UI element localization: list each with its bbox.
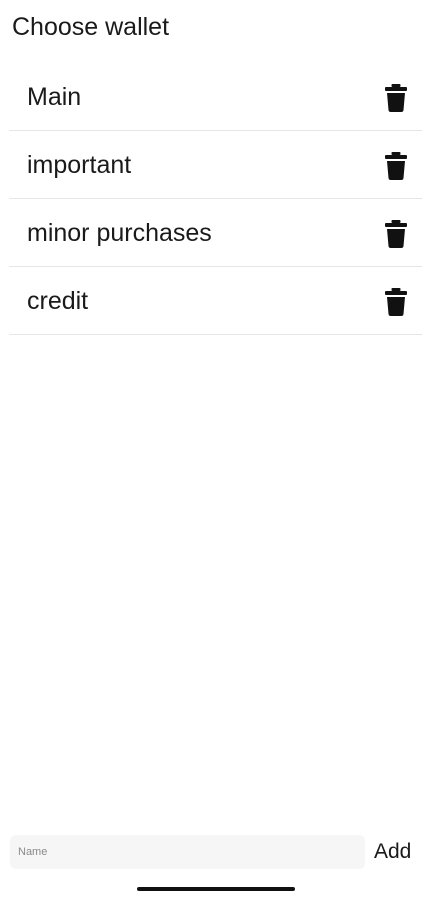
wallet-name: important [27,151,132,179]
delete-wallet-button[interactable] [384,152,408,180]
wallet-name-input[interactable] [10,835,365,869]
wallet-row-minor-purchases[interactable]: minor purchases [9,199,422,267]
trash-icon [385,152,407,180]
delete-wallet-button[interactable] [384,288,408,316]
trash-icon [385,288,407,316]
delete-wallet-button[interactable] [384,220,408,248]
wallet-name: credit [27,287,89,315]
trash-icon [385,220,407,248]
wallet-name: minor purchases [27,219,212,247]
wallet-row-credit[interactable]: credit [9,267,422,335]
page-title: Choose wallet [12,13,170,41]
add-wallet-button[interactable]: Add [374,838,411,866]
home-indicator[interactable] [137,887,295,891]
delete-wallet-button[interactable] [384,84,408,112]
wallet-row-important[interactable]: important [9,131,422,199]
wallet-name: Main [27,83,82,111]
add-wallet-bar: Add [10,835,420,869]
wallet-row-main[interactable]: Main [9,63,422,131]
wallet-chooser-screen: Choose wallet Main important minor purch… [0,0,431,900]
trash-icon [385,84,407,112]
wallet-list: Main important minor purchases credit [9,63,422,335]
